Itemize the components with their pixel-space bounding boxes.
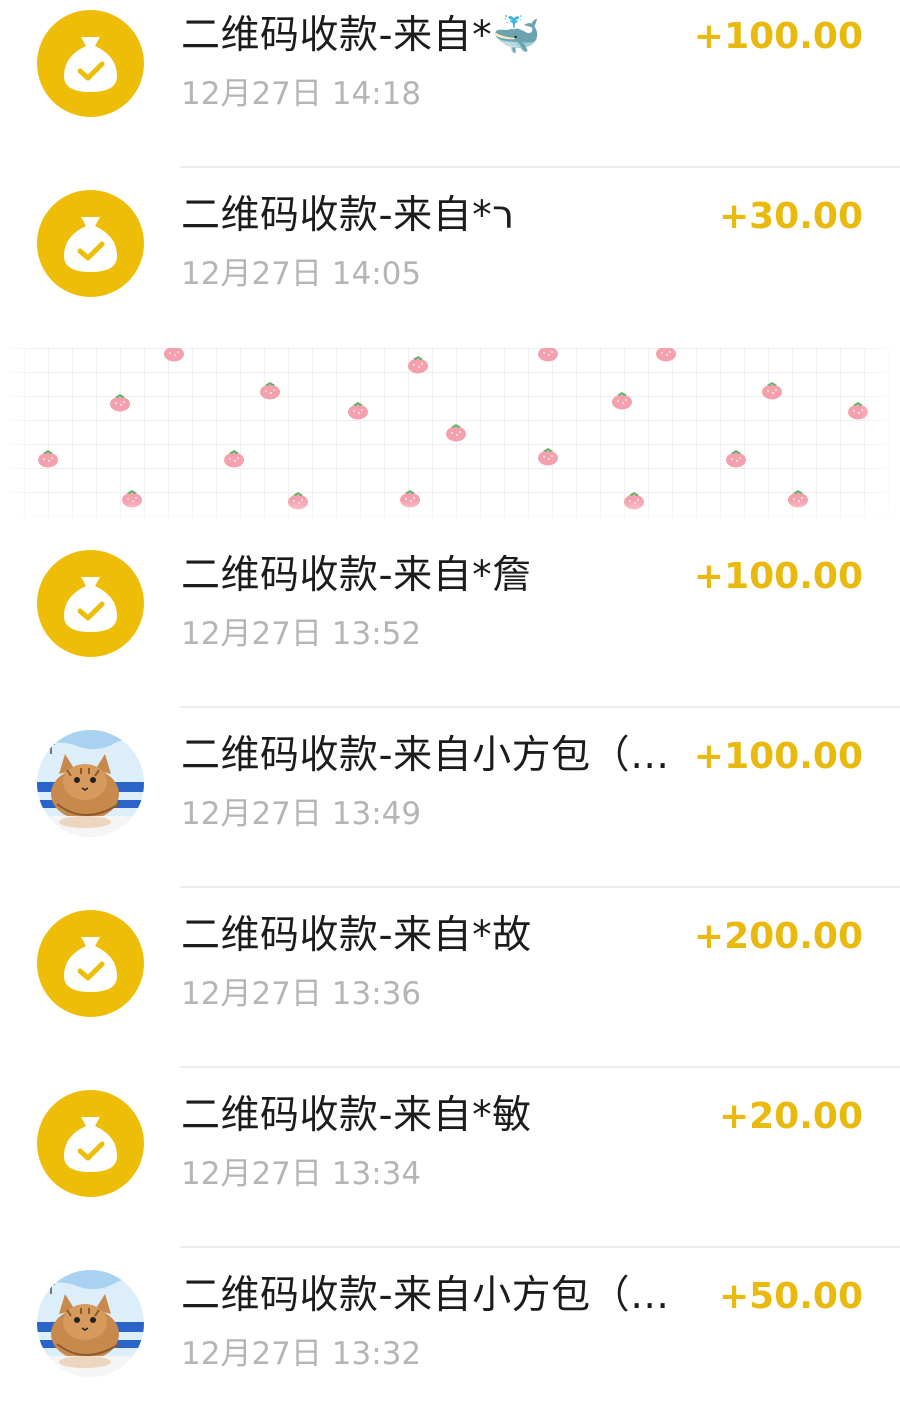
fade-bottom (0, 500, 900, 528)
strawberry-icon (654, 348, 678, 362)
transaction-title: 二维码收款-来自小方包（… (181, 1273, 670, 1318)
strawberry-icon (760, 380, 784, 400)
transaction-row[interactable]: 二维码收款-来自*敏 12月27日 13:34 +20.00 (0, 1068, 900, 1248)
transaction-title: 二维码收款-来自*故 (181, 913, 532, 958)
transaction-time: 12月27日 13:49 (181, 796, 422, 832)
transaction-amount: +100.00 (693, 736, 863, 777)
strawberry-icon (406, 354, 430, 374)
cat-avatar (37, 1270, 144, 1377)
transaction-amount: +20.00 (718, 1096, 863, 1137)
transaction-time: 12月27日 14:18 (181, 76, 422, 112)
transaction-title: 二维码收款-来自*ר (181, 193, 515, 238)
transaction-row[interactable]: 二维码收款-来自小方包（… 12月27日 13:49 +100.00 (0, 708, 900, 888)
strawberry-icon (444, 422, 468, 442)
transaction-time: 12月27日 13:32 (181, 1336, 422, 1372)
strawberry-icon (536, 446, 560, 466)
transaction-title: 二维码收款-来自*詹 (181, 553, 532, 598)
transaction-time: 12月27日 13:36 (181, 976, 422, 1012)
transaction-row[interactable]: 二维码收款-来自*ר 12月27日 14:05 +30.00 (0, 168, 900, 348)
coin-bag-icon (37, 10, 144, 117)
strawberry-icon (108, 392, 132, 412)
transaction-amount: +50.00 (718, 1276, 863, 1317)
whale-emoji: 🐳 (492, 13, 542, 58)
strawberry-grid-pattern (0, 348, 900, 528)
transaction-row[interactable]: 二维码收款-来自小方包（… 12月27日 13:32 +50.00 (0, 1248, 900, 1428)
strawberry-icon (610, 390, 634, 410)
strawberry-icon (536, 348, 560, 362)
coin-bag-icon (37, 1090, 144, 1197)
strawberry-icon (346, 400, 370, 420)
transaction-list: 二维码收款-来自*🐳 12月27日 14:18 +100.00 二维码收款-来自… (0, 0, 900, 1428)
strawberry-icon (724, 448, 748, 468)
transaction-title: 二维码收款-来自*敏 (181, 1093, 532, 1138)
transaction-amount: +200.00 (693, 916, 863, 957)
cat-avatar (37, 730, 144, 837)
transaction-amount: +30.00 (718, 196, 863, 237)
transaction-time: 12月27日 13:52 (181, 616, 422, 652)
transaction-row[interactable]: 二维码收款-来自*故 12月27日 13:36 +200.00 (0, 888, 900, 1068)
coin-bag-icon (37, 190, 144, 297)
transaction-row[interactable]: 二维码收款-来自*🐳 12月27日 14:18 +100.00 (0, 0, 900, 168)
transaction-time: 12月27日 14:05 (181, 256, 422, 292)
transaction-amount: +100.00 (693, 556, 863, 597)
coin-bag-icon (37, 550, 144, 657)
strawberry-icon (258, 380, 282, 400)
transaction-amount: +100.00 (693, 16, 863, 57)
transaction-title: 二维码收款-来自小方包（… (181, 733, 670, 778)
transaction-row[interactable]: 二维码收款-来自*詹 12月27日 13:52 +100.00 (0, 528, 900, 708)
transaction-title: 二维码收款-来自*🐳 (181, 13, 542, 58)
coin-bag-icon (37, 910, 144, 1017)
strawberry-icon (222, 448, 246, 468)
strawberry-icon (162, 348, 186, 362)
transaction-time: 12月27日 13:34 (181, 1156, 422, 1192)
